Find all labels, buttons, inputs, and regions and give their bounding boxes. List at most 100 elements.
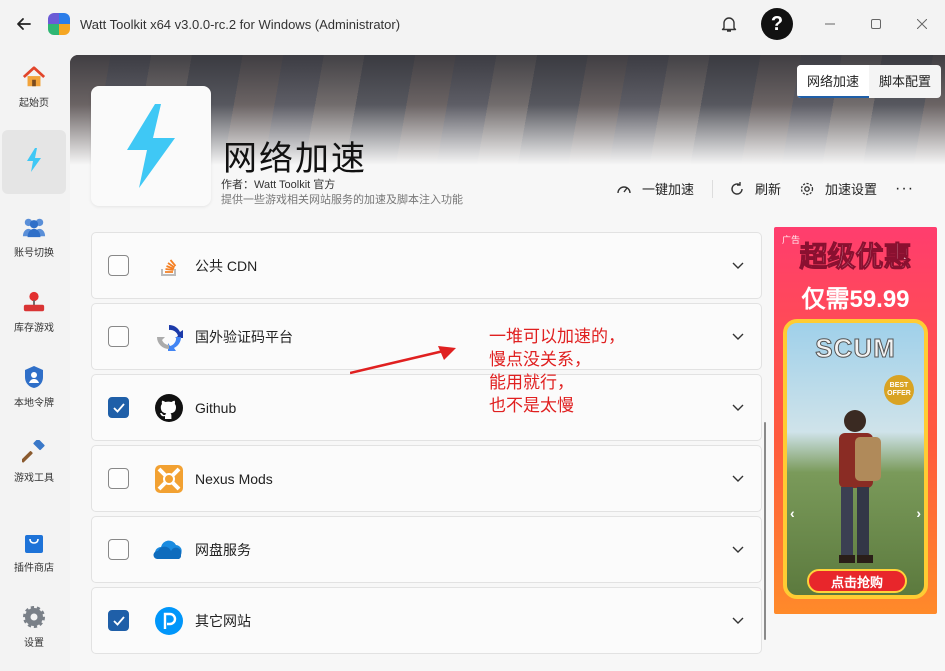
ad-cta-button[interactable]: 点击抢购 bbox=[807, 569, 907, 593]
ad-badge: BEST OFFER bbox=[884, 375, 914, 405]
refresh-label: 刷新 bbox=[755, 182, 782, 197]
checkmark-icon bbox=[112, 615, 125, 626]
list-item[interactable]: 网盘服务 bbox=[91, 516, 762, 583]
refresh-icon bbox=[729, 181, 745, 197]
page-title: 网络加速 bbox=[223, 140, 367, 178]
annotation-line: 一堆可以加速的， bbox=[489, 327, 625, 346]
chevron-down-icon[interactable] bbox=[731, 543, 745, 557]
accel-settings-button[interactable]: 加速设置 bbox=[799, 179, 877, 198]
joystick-icon bbox=[22, 290, 46, 314]
sidebar-item-label: 插件商店 bbox=[14, 563, 54, 574]
ad-prev-icon[interactable]: ‹ bbox=[790, 505, 795, 521]
annotation-text: 一堆可以加速的， 慢点没关系， 能用就行， 也不是太慢 bbox=[489, 325, 625, 417]
annotation-line: 慢点没关系， bbox=[489, 350, 591, 369]
plugin-author: 作者：Watt Toolkit 官方 bbox=[221, 179, 336, 191]
ad-image: SCUM BEST OFFER ‹ › 点击抢购 bbox=[783, 319, 928, 599]
app-logo-icon bbox=[48, 13, 70, 35]
ad-game-title: SCUM bbox=[815, 333, 896, 364]
tab-network-accel[interactable]: 网络加速 bbox=[796, 65, 869, 98]
home-icon bbox=[22, 65, 46, 89]
more-options-button[interactable]: ··· bbox=[895, 180, 914, 198]
sidebar-item-plugin-store[interactable]: 插件商店 bbox=[2, 520, 66, 584]
sidebar-item-account-switch[interactable]: 账号切换 bbox=[2, 205, 66, 269]
notification-button[interactable] bbox=[709, 0, 749, 48]
list-item[interactable]: Nexus Mods bbox=[91, 445, 762, 512]
service-checkbox[interactable] bbox=[108, 468, 129, 489]
action-bar: 一键加速 刷新 加速设置 ··· bbox=[616, 179, 932, 198]
nexus-mods-icon bbox=[153, 463, 185, 495]
chevron-down-icon[interactable] bbox=[731, 330, 745, 344]
gear-icon bbox=[799, 181, 815, 197]
onedrive-icon bbox=[153, 534, 185, 566]
shield-user-icon bbox=[22, 365, 46, 389]
recaptcha-icon bbox=[153, 321, 185, 353]
more-icon: ··· bbox=[895, 179, 915, 197]
service-checkbox[interactable] bbox=[108, 539, 129, 560]
plugin-description: 提供一些游戏相关网站服务的加速及脚本注入功能 bbox=[221, 194, 463, 206]
ad-next-icon[interactable]: › bbox=[916, 505, 921, 521]
title-bar: Watt Toolkit x64 v3.0.0-rc.2 for Windows… bbox=[0, 0, 945, 48]
github-icon bbox=[153, 392, 185, 424]
plugin-logo bbox=[91, 86, 211, 206]
window-title: Watt Toolkit x64 v3.0.0-rc.2 for Windows… bbox=[80, 16, 401, 32]
chevron-down-icon[interactable] bbox=[731, 472, 745, 486]
help-button[interactable]: ? bbox=[761, 8, 793, 40]
service-checkbox[interactable] bbox=[108, 397, 129, 418]
sidebar-item-local-token[interactable]: 本地令牌 bbox=[2, 355, 66, 419]
chevron-down-icon[interactable] bbox=[731, 614, 745, 628]
back-button[interactable] bbox=[0, 0, 48, 48]
annotation-arrow bbox=[350, 346, 456, 375]
main-panel: 网络加速 脚本配置 网络加速 作者：Watt Toolkit 官方 提供一些游戏… bbox=[70, 55, 945, 671]
close-button[interactable] bbox=[899, 0, 945, 48]
service-checkbox[interactable] bbox=[108, 255, 129, 276]
sidebar-item-label: 账号切换 bbox=[14, 248, 54, 259]
list-item[interactable]: 公共 CDN bbox=[91, 232, 762, 299]
sidebar-item-game-tools[interactable]: 游戏工具 bbox=[2, 430, 66, 494]
chevron-down-icon[interactable] bbox=[731, 259, 745, 273]
service-name: Github bbox=[195, 399, 237, 416]
accel-settings-label: 加速设置 bbox=[825, 182, 878, 197]
hammer-icon bbox=[22, 440, 46, 464]
sidebar-item-label: 起始页 bbox=[19, 98, 49, 109]
chevron-down-icon[interactable] bbox=[731, 401, 745, 415]
sidebar-item-label: 库存游戏 bbox=[14, 323, 54, 334]
service-name: 网盘服务 bbox=[195, 541, 251, 558]
service-name: 国外验证码平台 bbox=[195, 328, 293, 345]
minimize-button[interactable] bbox=[807, 0, 853, 48]
ad-price: 仅需59.99 bbox=[801, 286, 910, 313]
tab-bar: 网络加速 脚本配置 bbox=[796, 65, 941, 98]
refresh-button[interactable]: 刷新 bbox=[729, 179, 781, 198]
shopping-bag-icon bbox=[22, 530, 46, 554]
minimize-icon bbox=[825, 23, 835, 25]
maximize-button[interactable] bbox=[853, 0, 899, 48]
list-item[interactable]: Github bbox=[91, 374, 762, 441]
character-figure-icon bbox=[839, 410, 881, 563]
service-checkbox[interactable] bbox=[108, 610, 129, 631]
service-name: Nexus Mods bbox=[195, 470, 273, 487]
sidebar-item-home[interactable]: 起始页 bbox=[2, 55, 66, 119]
checkmark-icon bbox=[112, 402, 125, 413]
ad-banner[interactable]: 广告 超级优惠 仅需59.99 SCUM BEST OFFER ‹ › 点击抢购 bbox=[774, 227, 937, 614]
lightning-icon bbox=[22, 147, 46, 172]
service-name: 其它网站 bbox=[195, 612, 251, 629]
ad-headline: 超级优惠 bbox=[799, 241, 912, 273]
action-divider bbox=[712, 179, 714, 198]
bell-icon bbox=[721, 17, 737, 32]
speedometer-icon bbox=[616, 181, 632, 197]
question-mark-icon: ? bbox=[770, 12, 784, 35]
service-checkbox[interactable] bbox=[108, 326, 129, 347]
lightning-icon bbox=[127, 104, 175, 188]
tab-script-config[interactable]: 脚本配置 bbox=[869, 65, 941, 98]
service-name: 公共 CDN bbox=[195, 257, 258, 274]
one-click-accel-button[interactable]: 一键加速 bbox=[616, 179, 694, 198]
gear-icon bbox=[22, 605, 46, 629]
one-click-accel-label: 一键加速 bbox=[642, 182, 695, 197]
sidebar-item-settings[interactable]: 设置 bbox=[2, 595, 66, 659]
scrollbar[interactable] bbox=[764, 422, 766, 640]
annotation-line: 能用就行， bbox=[489, 373, 574, 392]
arrow-left-icon bbox=[17, 18, 31, 30]
sidebar-item-game-library[interactable]: 库存游戏 bbox=[2, 280, 66, 344]
list-item[interactable]: 其它网站 bbox=[91, 587, 762, 654]
pixiv-icon bbox=[153, 605, 185, 637]
sidebar-item-network-accel[interactable] bbox=[2, 130, 66, 194]
